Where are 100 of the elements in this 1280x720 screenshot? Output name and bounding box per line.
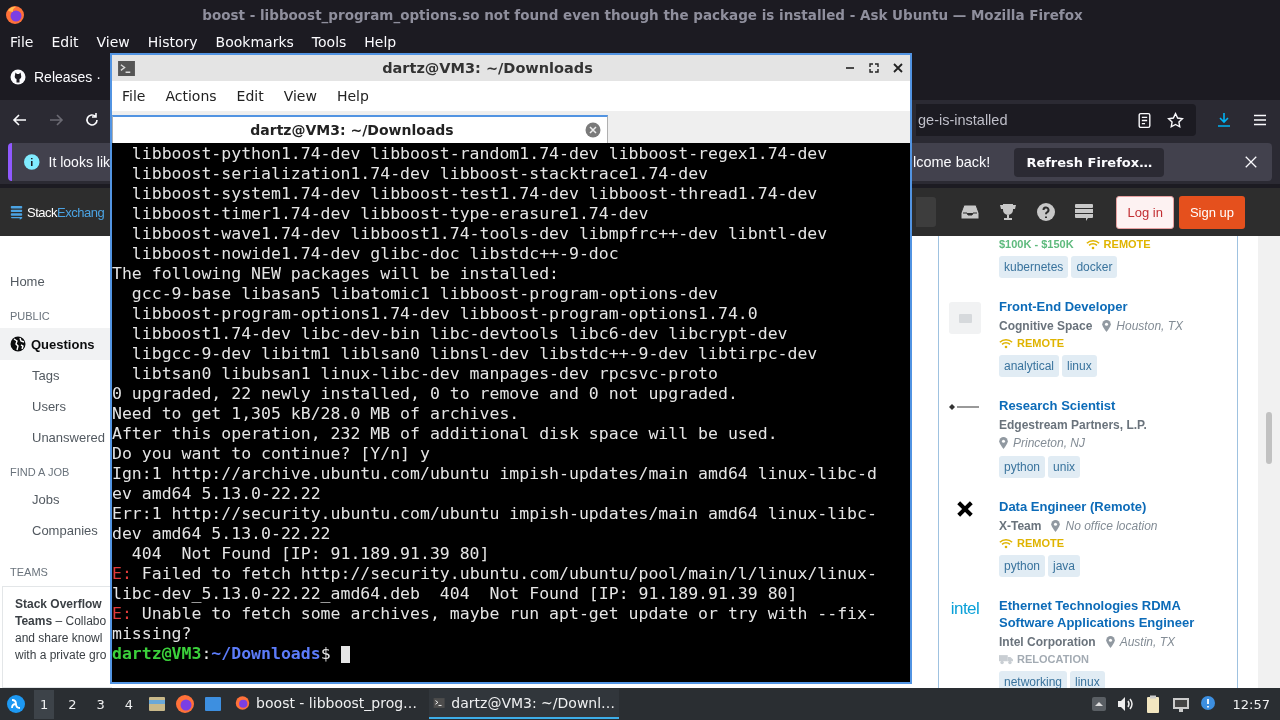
tag[interactable]: python — [999, 555, 1046, 577]
job-location: Princeton, NJ — [1013, 436, 1086, 450]
notification-text: It looks lik — [48, 154, 110, 170]
company-logo-placeholder-icon — [949, 302, 981, 334]
remote-label: REMOTE — [1103, 238, 1151, 250]
menu-item[interactable]: Edit — [45, 33, 91, 50]
taskbar-window-button[interactable]: boost - libboost_prog… — [231, 689, 422, 719]
start-menu-icon[interactable] — [6, 694, 26, 714]
tag[interactable]: docker — [1071, 256, 1118, 278]
terminal-line: E: Unable to fetch some archives, maybe run apt-get update or try with --fix- — [112, 604, 878, 624]
menu-item[interactable]: Bookmarks — [209, 33, 306, 50]
terminal-line: Need to get 1,305 kB/28.0 MB of archives. — [112, 404, 521, 424]
tag[interactable]: python — [999, 456, 1046, 478]
firefox-logo-icon — [235, 694, 251, 712]
download-icon[interactable] — [1216, 112, 1232, 128]
tag[interactable]: linux — [1062, 355, 1097, 377]
back-icon[interactable] — [12, 112, 28, 128]
menu-item[interactable]: Help — [358, 33, 409, 50]
terminal-line: libboost-serialization1.74-dev libboost-stacktrace1.74-dev — [130, 164, 710, 184]
reload-icon[interactable] — [84, 112, 100, 128]
trophy-icon[interactable] — [998, 202, 1019, 222]
sidebar-item[interactable]: Users — [0, 391, 112, 422]
firefox-logo-icon[interactable] — [175, 694, 196, 714]
relocation-label: RELOCATION — [1017, 653, 1089, 665]
sidebar-item[interactable]: Home — [0, 266, 112, 297]
x-logo-icon — [956, 500, 974, 518]
folder-icon[interactable] — [147, 694, 168, 714]
terminal-tab[interactable]: dartz@VM3: ~/Downloads — [112, 115, 608, 143]
taskbar-window-button[interactable]: dartz@VM3: ~/Downl… — [429, 689, 620, 719]
window-title: dartz@VM3: ~/Downloads — [381, 60, 594, 76]
workspace-button[interactable]: 2 — [62, 689, 83, 719]
terminal-line: dev amd64 5.13.0-22.22 — [112, 524, 332, 544]
bookmark-star-icon[interactable] — [1167, 111, 1184, 129]
sidebar-item[interactable]: Companies — [0, 515, 112, 546]
wifi-icon — [999, 537, 1013, 549]
teams-promo-text: Stack Overflow Teams – Collabo and share knowl with a private gro — [15, 596, 108, 664]
terminal-line: Do you want to continue? [Y/n] y — [112, 444, 431, 464]
window-title: boost - libboost_program_options.so not found even though the package is installed - Ask Ubuntu — Mozilla Firefox — [201, 7, 1084, 23]
tag[interactable]: java — [1048, 555, 1081, 577]
github-icon — [10, 68, 26, 85]
tag[interactable]: analytical — [999, 355, 1060, 377]
menu-item[interactable]: Tools — [305, 33, 359, 50]
menu-item[interactable]: History — [141, 33, 210, 50]
sidebar-item[interactable]: Jobs — [0, 484, 112, 515]
sidebar-item[interactable]: Questions — [0, 328, 112, 360]
menu-item[interactable]: File — [4, 33, 46, 50]
help-icon[interactable] — [1036, 202, 1057, 222]
scrollbar-thumb[interactable] — [1266, 412, 1272, 464]
company-logo-text: intel — [950, 599, 980, 619]
salary-range: $100K - $150K — [999, 238, 1074, 250]
text-cursor — [340, 645, 350, 663]
company-name: X-Team — [999, 519, 1042, 533]
sidebar-item[interactable]: Unanswered — [0, 422, 112, 453]
terminal-line: E: Failed to fetch http://security.ubuntu.com/ubuntu/pool/main/l/linux/linux- — [112, 564, 878, 584]
job-location: No office location — [1065, 519, 1158, 533]
info-icon — [24, 153, 40, 171]
reader-view-icon[interactable] — [1136, 111, 1153, 129]
terminal-line: missing? — [112, 624, 193, 644]
job-title-link[interactable]: Research Scientist — [999, 397, 1237, 414]
sign-up-button[interactable]: Sign up — [1178, 195, 1245, 229]
globe-icon — [10, 336, 26, 352]
site-logo-text[interactable]: StackExchang — [27, 204, 105, 220]
terminal-icon — [118, 60, 135, 76]
chat-icon[interactable] — [1074, 202, 1095, 222]
job-title-link[interactable]: Data Engineer (Remote) — [999, 498, 1237, 515]
tray-expand-icon[interactable] — [1090, 696, 1107, 712]
workspace-button[interactable]: 4 — [118, 689, 140, 719]
menu-item[interactable]: View — [277, 88, 331, 104]
close-icon[interactable] — [892, 62, 904, 74]
refresh-firefox-button[interactable]: Refresh Firefox… — [1014, 147, 1165, 177]
inbox-icon[interactable] — [960, 202, 981, 222]
menu-item[interactable]: Help — [330, 88, 383, 104]
location-pin-icon — [999, 437, 1008, 449]
job-title-link[interactable]: Front-End Developer — [999, 298, 1237, 315]
workspace-button[interactable]: 1 — [34, 689, 55, 719]
terminal-line: The following NEW packages will be installed: — [112, 264, 561, 284]
menu-item[interactable]: Actions — [159, 88, 231, 104]
company-name: Cognitive Space — [999, 319, 1093, 333]
address-field[interactable]: ge-is-installed — [916, 104, 1196, 136]
menu-item[interactable]: File — [116, 88, 160, 104]
job-title-link[interactable]: Ethernet Technologies RDMA Software Applications Engineer — [999, 597, 1237, 631]
sidebar-item[interactable]: Tags — [0, 360, 112, 391]
log-in-button[interactable]: Log in — [1116, 195, 1174, 229]
desktop-icon[interactable] — [203, 694, 224, 714]
tag[interactable]: networking — [999, 671, 1068, 688]
clock: 12:57 — [1232, 696, 1270, 712]
maximize-icon[interactable] — [868, 62, 880, 74]
workspace-button[interactable]: 3 — [90, 689, 111, 719]
menu-icon[interactable] — [1252, 112, 1268, 128]
terminal-line: libboost-wave1.74-dev libboost1.74-tools-dev libmpfrc++-dev libntl-dev — [130, 224, 829, 244]
browser-tab[interactable]: Releases · — [0, 56, 103, 97]
terminal-line: libboost-python1.74-dev libboost-random1.74-dev libboost-regex1.74-dev — [130, 144, 829, 164]
menu-item[interactable]: Edit — [230, 88, 278, 104]
sidebar-heading: PUBLIC — [9, 309, 51, 324]
sidebar-heading: TEAMS — [9, 565, 49, 580]
notification-text: lcome back! — [913, 154, 991, 170]
menu-item[interactable]: View — [90, 33, 142, 50]
tag[interactable]: kubernetes — [999, 256, 1069, 278]
tag[interactable]: unix — [1048, 456, 1081, 478]
tag[interactable]: linux — [1070, 671, 1105, 688]
